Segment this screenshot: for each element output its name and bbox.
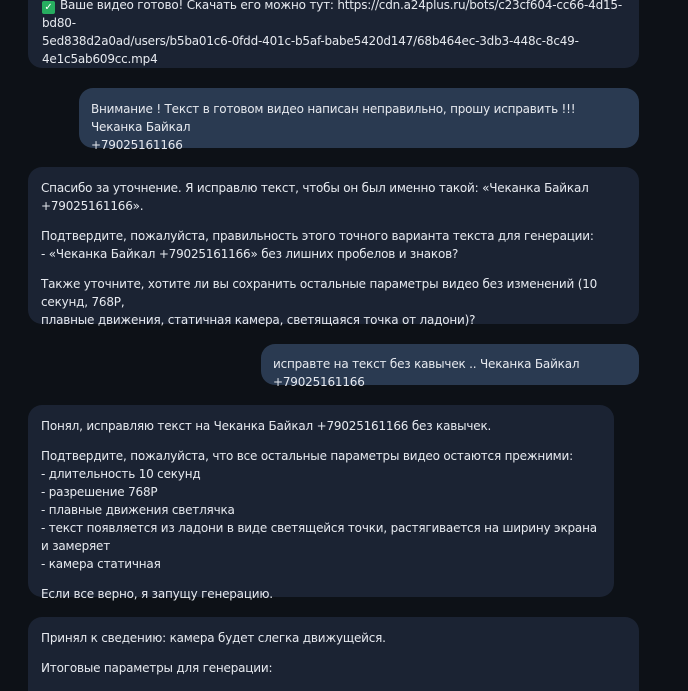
message-line: исправте на текст без кавычек .. Чеканка…: [273, 357, 583, 389]
message-line: Подтвердите, пожалуйста, правильность эт…: [41, 229, 594, 243]
message-line: Спасибо за уточнение. Я исправлю текст, …: [41, 181, 589, 195]
message-line: Внимание ! Текст в готовом видео написан…: [91, 102, 580, 134]
message-line: Подтвердите, пожалуйста, что все остальн…: [41, 449, 573, 463]
message-line: Понял, исправляю текст на Чеканка Байкал…: [41, 419, 492, 433]
list-item: - текст появляется из ладони в виде свет…: [41, 521, 601, 553]
message-line: Также уточните, хотите ли вы сохранить о…: [41, 277, 601, 309]
bot-message-video-ready: ✓ Ваше видео готово! Скачать его можно ту…: [28, 0, 639, 68]
message-line: Итоговые параметры для генерации:: [41, 661, 273, 675]
message-line: Если все верно, я запущу генерацию.: [41, 587, 273, 601]
list-item: - камера статичная: [41, 557, 161, 571]
video-ready-text[interactable]: Ваше видео готово! Скачать его можно тут…: [42, 0, 622, 30]
bot-message-confirm-text: Спасибо за уточнение. Я исправлю текст, …: [28, 167, 639, 327]
message-line: - «Чеканка Байкал +79025161166» без лишн…: [41, 247, 459, 261]
message-line: плавные движения, статичная камера, свет…: [41, 313, 476, 327]
user-message-no-quotes: исправте на текст без кавычек .. Чеканка…: [261, 344, 639, 389]
bot-message-final-params: Принял к сведению: камера будет слегка д…: [28, 617, 639, 691]
message-line: +79025161166: [91, 138, 183, 152]
message-line: ✓ Ваше видео готово! Скачать его можно ту…: [42, 0, 625, 32]
check-mark-icon: ✓: [42, 1, 55, 14]
message-line: +79025161166».: [41, 199, 144, 213]
user-message-correction: Внимание ! Текст в готовом видео написан…: [79, 88, 639, 152]
list-item: - разрешение 768P: [41, 485, 158, 499]
bot-message-params: Понял, исправляю текст на Чеканка Байкал…: [28, 405, 614, 601]
message-line[interactable]: 5ed838d2a0ad/users/b5ba01c6-0fdd-401c-b5…: [42, 32, 625, 50]
list-item: - плавные движения светлячка: [41, 503, 235, 517]
list-item: - длительность 10 секунд: [41, 467, 201, 481]
chat-window: ✓ Ваше видео готово! Скачать его можно ту…: [0, 0, 688, 691]
message-line[interactable]: 4e1c5ab609cc.mp4: [42, 50, 625, 68]
message-line: Принял к сведению: камера будет слегка д…: [41, 631, 386, 645]
